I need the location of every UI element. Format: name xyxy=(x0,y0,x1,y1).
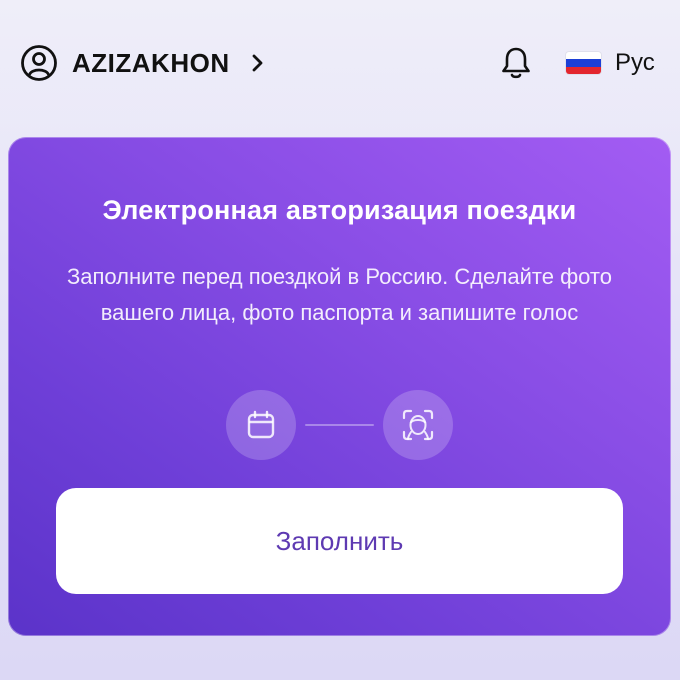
top-bar: AZIZAKHON Рус xyxy=(0,0,680,125)
profile-link[interactable]: AZIZAKHON xyxy=(20,44,266,82)
russia-flag-icon xyxy=(566,52,601,74)
flag-stripe-red xyxy=(566,66,601,74)
travel-authorization-card: Электронная авторизация поездки Заполнит… xyxy=(8,137,671,636)
calendar-icon xyxy=(247,410,275,439)
face-scan-icon xyxy=(402,409,434,441)
flag-stripe-blue xyxy=(566,59,601,67)
step-connector xyxy=(305,424,374,426)
card-title: Электронная авторизация поездки xyxy=(102,195,577,225)
card-description: Заполните перед поездкой в Россию. Сдела… xyxy=(66,264,612,325)
language-label: Рус xyxy=(615,49,655,76)
username: AZIZAKHON xyxy=(72,47,230,78)
chevron-right-icon xyxy=(252,54,262,72)
notifications-bell-icon[interactable] xyxy=(497,44,535,82)
step-face-scan xyxy=(383,390,453,460)
flag-stripe-white xyxy=(566,52,601,60)
step-calendar xyxy=(226,390,296,460)
fill-button[interactable]: Заполнить xyxy=(56,488,623,594)
steps-indicator xyxy=(226,390,454,462)
language-selector[interactable]: Рус xyxy=(566,46,655,80)
user-avatar-icon xyxy=(21,45,57,81)
